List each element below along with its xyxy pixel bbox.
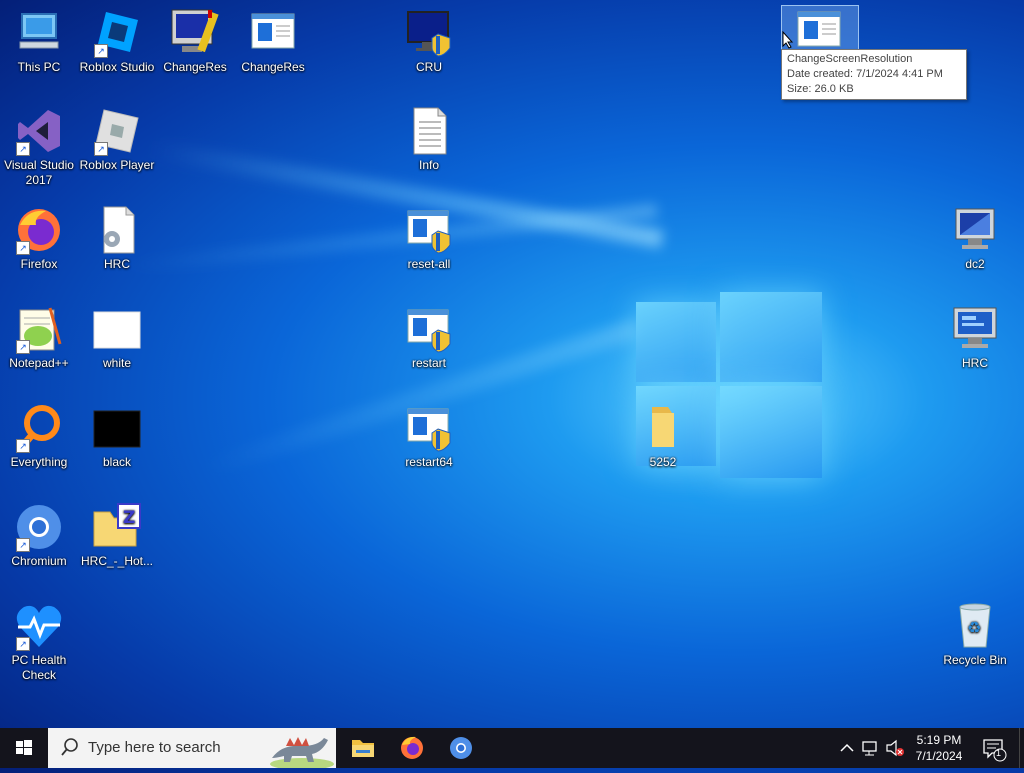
- desktop-icon-white[interactable]: white: [78, 304, 156, 371]
- folder-icon: [638, 403, 688, 453]
- monitor-shield-icon: [404, 8, 454, 58]
- notification-icon: [983, 739, 1007, 762]
- taskbar-search-box[interactable]: Type here to search: [48, 728, 336, 770]
- shortcut-arrow-icon: ↗: [16, 439, 30, 453]
- recycle-bin-icon: ♻: [950, 601, 1000, 651]
- shortcut-arrow-icon: ↗: [16, 142, 30, 156]
- search-highlight-dinosaur-icon: [262, 728, 336, 772]
- search-placeholder: Type here to search: [88, 739, 221, 756]
- desktop-icon-notepad-plus-plus[interactable]: ↗ Notepad++: [0, 304, 78, 371]
- health-heart-icon: ↗: [14, 601, 64, 651]
- desktop-icon-roblox-player[interactable]: ↗ Roblox Player: [78, 106, 156, 173]
- firefox-icon: ↗: [14, 205, 64, 255]
- shortcut-arrow-icon: ↗: [16, 241, 30, 255]
- taskbar: Type here to search 5:19 PM 7/1/2024 1: [0, 728, 1024, 770]
- desktop-icon-hrc-hotkeys-zip[interactable]: Z HRC_-_Hot...: [78, 502, 156, 569]
- speaker-muted-icon: [886, 739, 904, 757]
- tray-volume-muted[interactable]: [884, 728, 906, 768]
- desktop-icon-firefox[interactable]: ↗ Firefox: [0, 205, 78, 272]
- svg-text:Z: Z: [123, 508, 135, 528]
- monitor-icon: [950, 304, 1000, 354]
- roblox-player-icon: ↗: [92, 106, 142, 156]
- taskbar-file-explorer[interactable]: [340, 728, 386, 768]
- zip-folder-icon: Z: [92, 502, 142, 552]
- tooltip-filename: ChangeScreenResolution: [787, 53, 913, 65]
- changeres-app-icon: [170, 8, 220, 58]
- tray-network[interactable]: [860, 728, 880, 768]
- desktop-icon-folder-5252[interactable]: 5252: [624, 403, 702, 470]
- chromium-icon: ↗: [14, 502, 64, 552]
- shortcut-arrow-icon: ↗: [16, 637, 30, 651]
- desktop-icon-black[interactable]: black: [78, 403, 156, 470]
- desktop-icon-pc-health-check[interactable]: ↗ PC Health Check: [0, 601, 78, 683]
- window-shield-icon: [404, 205, 454, 255]
- firefox-icon: [401, 736, 423, 759]
- show-desktop-button[interactable]: [1019, 728, 1024, 768]
- window-app-icon: [248, 8, 298, 58]
- computer-icon: [14, 8, 64, 58]
- chromium-icon: [450, 737, 472, 759]
- tooltip-date-created: Date created: 7/1/2024 4:41 PM: [787, 68, 943, 80]
- desktop-icon-restart64[interactable]: restart64: [390, 403, 468, 470]
- clock-date: 7/1/2024: [915, 749, 963, 763]
- text-document-icon: [404, 106, 454, 156]
- monitor-icon: [950, 205, 1000, 255]
- start-button[interactable]: [0, 728, 48, 768]
- file-explorer-icon: [352, 740, 374, 757]
- notification-count: 1: [996, 748, 1002, 758]
- search-icon: [60, 737, 80, 761]
- white-image-icon: [92, 304, 142, 354]
- network-icon: [862, 741, 877, 756]
- taskbar-chromium[interactable]: [438, 728, 484, 768]
- desktop-icon-chromium[interactable]: ↗ Chromium: [0, 502, 78, 569]
- shortcut-arrow-icon: ↗: [94, 44, 108, 58]
- everything-search-icon: ↗: [14, 403, 64, 453]
- chevron-up-icon: [840, 743, 854, 752]
- tray-overflow-chevron[interactable]: [838, 728, 856, 768]
- window-shield-icon: [404, 403, 454, 453]
- svg-text:♻: ♻: [967, 618, 981, 637]
- notepad-plus-plus-icon: ↗: [14, 304, 64, 354]
- desktop-icon-reset-all[interactable]: reset-all: [390, 205, 468, 272]
- shortcut-arrow-icon: ↗: [94, 142, 108, 156]
- desktop-icon-cru[interactable]: CRU: [390, 8, 468, 75]
- desktop-icon-roblox-studio[interactable]: ↗ Roblox Studio: [78, 8, 156, 75]
- visual-studio-icon: ↗: [14, 106, 64, 156]
- taskbar-firefox[interactable]: [389, 728, 435, 768]
- settings-file-icon: [92, 205, 142, 255]
- desktop-icon-this-pc[interactable]: This PC: [0, 8, 78, 75]
- black-image-icon: [92, 403, 142, 453]
- desktop-icon-changeres-1[interactable]: ChangeRes: [156, 8, 234, 75]
- file-tooltip: ChangeScreenResolution Date created: 7/1…: [781, 49, 967, 100]
- tooltip-size: Size: 26.0 KB: [787, 83, 854, 95]
- taskbar-clock[interactable]: 5:19 PM 7/1/2024: [906, 732, 972, 764]
- shortcut-arrow-icon: ↗: [16, 340, 30, 354]
- desktop-icon-visual-studio[interactable]: ↗ Visual Studio 2017: [0, 106, 78, 188]
- window-shield-icon: [404, 304, 454, 354]
- windows-start-icon: [16, 740, 32, 755]
- desktop-icon-restart[interactable]: restart: [390, 304, 468, 371]
- action-center-button[interactable]: 1: [978, 728, 1008, 768]
- desktop-icon-info[interactable]: Info: [390, 106, 468, 173]
- desktop-icon-hrc-settings[interactable]: HRC: [78, 205, 156, 272]
- desktop-icon-hrc-monitor[interactable]: HRC: [936, 304, 1014, 371]
- clock-time: 5:19 PM: [916, 733, 962, 747]
- desktop-icon-recycle-bin[interactable]: ♻ Recycle Bin: [936, 601, 1014, 668]
- shortcut-arrow-icon: ↗: [16, 538, 30, 552]
- roblox-studio-icon: ↗: [92, 8, 142, 58]
- desktop-icon-everything[interactable]: ↗ Everything: [0, 403, 78, 470]
- desktop-icon-changeres-2[interactable]: ChangeRes: [234, 8, 312, 75]
- desktop-icon-dc2[interactable]: dc2: [936, 205, 1014, 272]
